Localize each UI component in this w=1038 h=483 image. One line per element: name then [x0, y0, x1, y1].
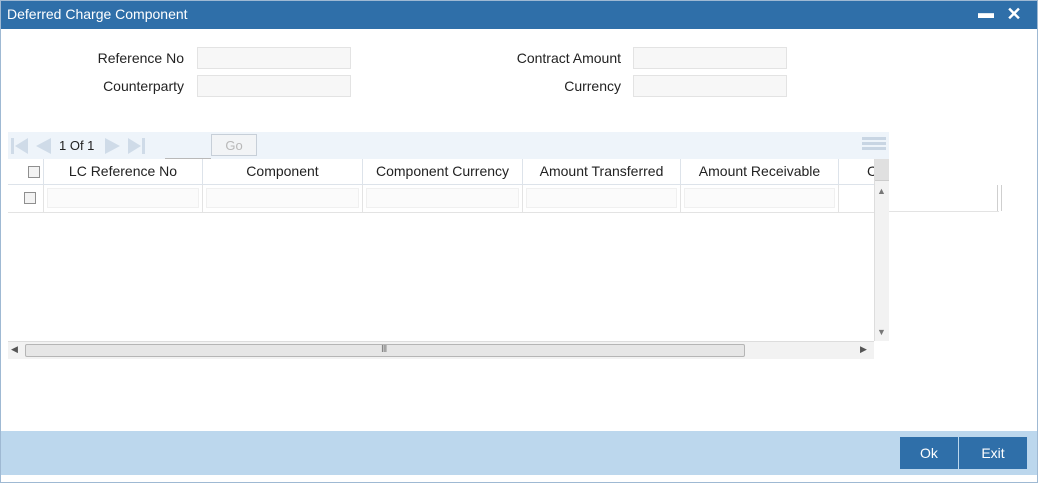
truncated-cell[interactable]	[839, 185, 874, 212]
amount-receivable-cell[interactable]	[681, 185, 839, 212]
footer-bar: Ok Exit	[1, 431, 1037, 475]
deferred-charge-window: Deferred Charge Component ▬ ✕ Reference …	[0, 0, 1038, 483]
currency-label: Currency	[564, 78, 621, 94]
component-currency-input[interactable]	[366, 188, 519, 208]
amount-transferred-input[interactable]	[526, 188, 677, 208]
last-page-icon[interactable]	[126, 136, 148, 156]
scroll-up-icon[interactable]: ▲	[877, 186, 886, 196]
horizontal-scrollbar[interactable]: ◀ III ▶	[8, 341, 874, 359]
select-all-checkbox[interactable]	[28, 166, 40, 178]
select-all-cell	[8, 159, 44, 184]
amount-receivable-input[interactable]	[684, 188, 835, 208]
row-continuation-divider	[1001, 185, 1002, 211]
first-page-icon[interactable]	[10, 136, 30, 156]
scroll-down-icon[interactable]: ▼	[877, 327, 886, 337]
column-header-lc-reference-no[interactable]: LC Reference No	[44, 159, 203, 184]
row-continuation-divider	[997, 185, 998, 211]
column-header-component-currency[interactable]: Component Currency	[363, 159, 523, 184]
minimize-icon[interactable]: ▬	[975, 3, 997, 25]
window-title: Deferred Charge Component	[7, 6, 188, 22]
pager-text: 1 Of 1	[59, 138, 95, 153]
amount-transferred-cell[interactable]	[523, 185, 681, 212]
component-input[interactable]	[206, 188, 359, 208]
reference-no-label: Reference No	[97, 50, 184, 66]
column-header-amount-receivable[interactable]: Amount Receivable	[681, 159, 839, 184]
close-icon[interactable]: ✕	[1003, 3, 1025, 25]
next-page-icon[interactable]	[103, 136, 123, 156]
component-cell[interactable]	[203, 185, 363, 212]
grid-toolbar: 1 Of 1 Go	[8, 132, 889, 159]
contract-amount-field[interactable]	[633, 47, 787, 69]
currency-field[interactable]	[633, 75, 787, 97]
lc-reference-no-cell[interactable]	[44, 185, 203, 212]
column-header-amount-transferred[interactable]: Amount Transferred	[523, 159, 681, 184]
reference-no-field[interactable]	[197, 47, 351, 69]
page-number-input[interactable]	[165, 136, 211, 159]
component-grid: 1 Of 1 Go LC Reference No Component Comp…	[8, 132, 889, 359]
scroll-grip-icon: III	[381, 344, 387, 355]
scroll-left-icon[interactable]: ◀	[11, 344, 18, 355]
row-checkbox[interactable]	[24, 192, 36, 204]
column-header-truncated[interactable]: C	[839, 159, 874, 184]
columns-icon[interactable]	[862, 135, 886, 155]
vertical-scrollbar[interactable]: ▲ ▼	[874, 159, 889, 341]
lc-reference-no-input[interactable]	[47, 188, 199, 208]
counterparty-field[interactable]	[197, 75, 351, 97]
table-row[interactable]	[8, 185, 874, 213]
exit-button[interactable]: Exit	[959, 437, 1027, 469]
previous-page-icon[interactable]	[33, 136, 53, 156]
component-currency-cell[interactable]	[363, 185, 523, 212]
row-select-cell	[8, 185, 44, 212]
contract-amount-label: Contract Amount	[516, 50, 621, 66]
row-continuation-line	[889, 185, 999, 212]
grid-header: LC Reference No Component Component Curr…	[8, 159, 874, 185]
scroll-right-icon[interactable]: ▶	[860, 344, 867, 355]
go-button[interactable]: Go	[211, 134, 257, 156]
counterparty-label: Counterparty	[103, 78, 184, 94]
column-header-component[interactable]: Component	[203, 159, 363, 184]
horizontal-scroll-thumb[interactable]: III	[25, 344, 745, 357]
title-bar: Deferred Charge Component ▬ ✕	[1, 1, 1037, 29]
vertical-scroll-thumb[interactable]	[875, 159, 889, 181]
ok-button[interactable]: Ok	[900, 437, 958, 469]
